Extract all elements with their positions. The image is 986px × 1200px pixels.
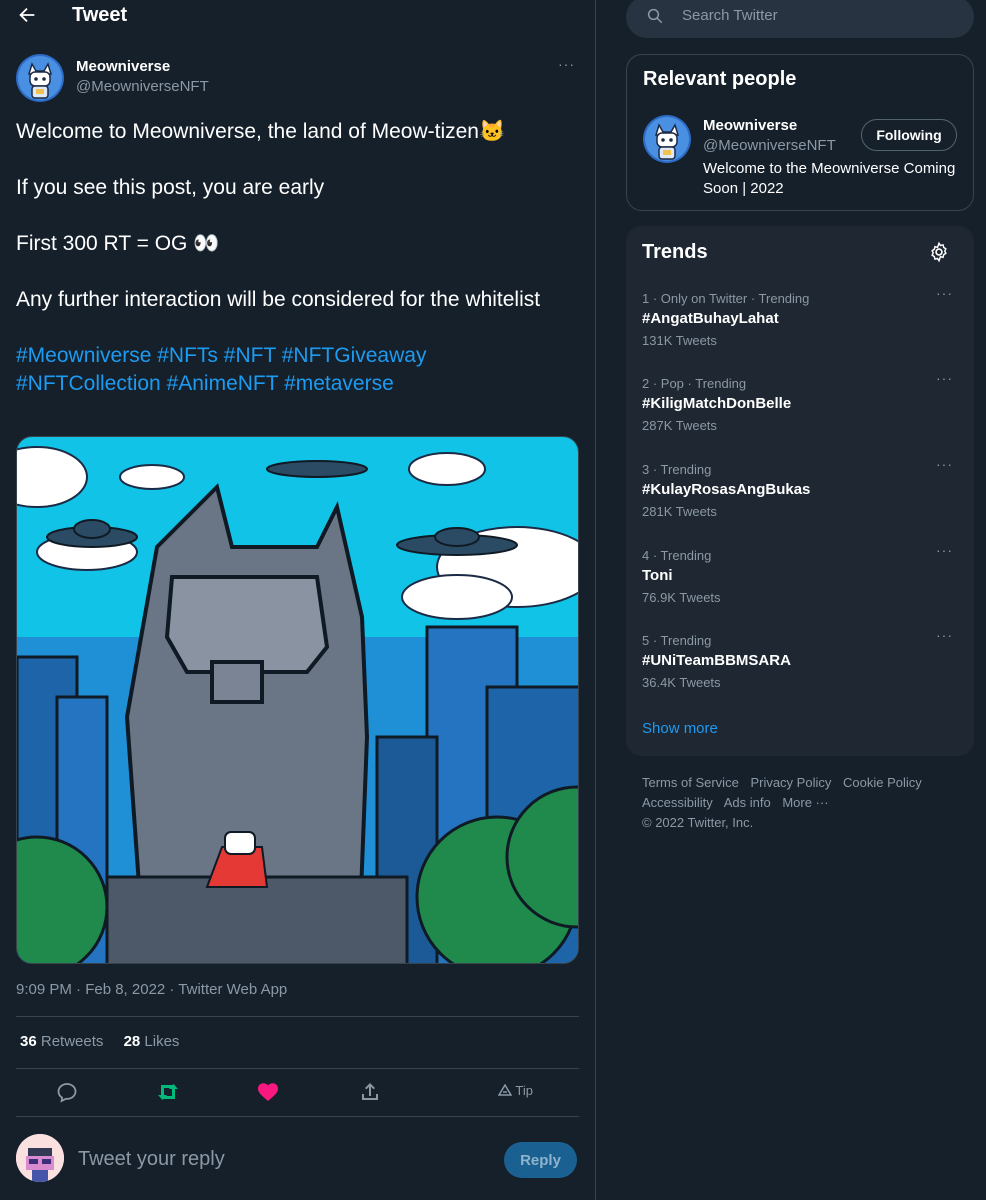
trend-meta: 4 · Trending [642, 548, 712, 563]
trend-name: Toni [642, 567, 673, 584]
trend-item[interactable]: 1 · Only on Twitter · Trending #AngatBuh… [626, 285, 974, 375]
hashtag-link[interactable]: #AnimeNFT [167, 372, 279, 395]
arrow-left-icon[interactable] [16, 4, 38, 26]
search-icon [647, 8, 663, 24]
tweet-text: Welcome to Meowniverse, the land of Meow… [16, 118, 576, 398]
reply-icon[interactable] [55, 1080, 79, 1104]
page-title: Tweet [72, 4, 128, 26]
author-handle[interactable]: @MeowniverseNFT [76, 78, 209, 95]
tweet-line: Any further interaction will be consider… [16, 288, 541, 311]
trend-more-icon[interactable]: ··· [936, 627, 953, 643]
footer-link[interactable]: Terms of Service [642, 775, 739, 790]
reply-input[interactable] [78, 1148, 458, 1171]
trend-item[interactable]: 5 · Trending #UNiTeamBBMSARA 36.4K Tweet… [626, 627, 974, 717]
copyright: © 2022 Twitter, Inc. [642, 815, 754, 830]
tweet-line: Welcome to Meowniverse, the land of Meow… [16, 120, 506, 143]
following-button[interactable]: Following [861, 119, 957, 151]
relevant-person-handle[interactable]: @MeowniverseNFT [703, 137, 836, 154]
trend-count: 36.4K Tweets [642, 675, 721, 690]
trends-title: Trends [642, 241, 708, 263]
relevant-people-card: Relevant people Meowniverse @Meowniverse… [626, 54, 974, 211]
trend-item[interactable]: 2 · Pop · Trending #KiligMatchDonBelle 2… [626, 370, 974, 460]
sidebar: Relevant people Meowniverse @Meowniverse… [596, 0, 986, 1200]
retweet-icon[interactable] [156, 1080, 180, 1104]
share-icon[interactable] [358, 1080, 382, 1104]
retweets-count: 36 [20, 1033, 37, 1050]
tip-icon [497, 1083, 513, 1096]
divider [16, 1116, 579, 1117]
trend-more-icon[interactable]: ··· [936, 542, 953, 558]
show-more-link[interactable]: Show more [642, 720, 718, 737]
footer-link[interactable]: Cookie Policy [843, 775, 922, 790]
trend-more-icon[interactable]: ··· [936, 285, 953, 301]
search-bar[interactable] [626, 0, 974, 38]
trend-meta: 3 · Trending [642, 462, 712, 477]
retweets-label: Retweets [36, 1033, 104, 1050]
footer-link[interactable]: Privacy Policy [750, 775, 831, 790]
hashtag-link[interactable]: #NFTs [157, 344, 218, 367]
trend-count: 131K Tweets [642, 333, 717, 348]
tip-label: Tip [515, 1083, 533, 1098]
author-name[interactable]: Meowniverse [76, 58, 170, 75]
like-icon[interactable] [256, 1080, 280, 1104]
trend-count: 76.9K Tweets [642, 590, 721, 605]
tweet-image[interactable] [16, 436, 579, 964]
more-options-icon[interactable]: ··· [558, 56, 582, 76]
relevant-person-avatar[interactable] [643, 115, 691, 163]
footer-link[interactable]: Accessibility [642, 795, 713, 810]
relevant-person-bio: Welcome to the Meowniverse Coming Soon |… [703, 160, 956, 197]
trend-meta: 1 · Only on Twitter · Trending [642, 291, 810, 306]
hashtag-link[interactable]: #NFTCollection [16, 372, 161, 395]
trend-meta: 2 · Pop · Trending [642, 376, 747, 391]
tweet-timestamp[interactable]: 9:09 PM · Feb 8, 2022 · Twitter Web App [16, 981, 287, 998]
trend-item[interactable]: 3 · Trending #KulayRosasAngBukas 281K Tw… [626, 456, 974, 546]
trend-count: 281K Tweets [642, 504, 717, 519]
hashtag-link[interactable]: #Meowniverse [16, 344, 151, 367]
footer-link[interactable]: Ads info [724, 795, 771, 810]
trend-count: 287K Tweets [642, 418, 717, 433]
divider [16, 1068, 579, 1069]
relevant-people-title: Relevant people [643, 68, 797, 90]
gear-icon[interactable] [928, 241, 950, 263]
trend-name: #KulayRosasAngBukas [642, 481, 811, 498]
divider [16, 1016, 579, 1017]
trends-card: Trends 1 · Only on Twitter · Trending #A… [626, 226, 974, 756]
retweets-stat[interactable]: 36 Retweets [20, 1033, 103, 1050]
hashtag-link[interactable]: #NFTGiveaway [282, 344, 427, 367]
likes-stat[interactable]: 28 Likes [124, 1033, 180, 1050]
hashtag-link[interactable]: #metaverse [284, 372, 394, 395]
trend-item[interactable]: 4 · Trending Toni 76.9K Tweets ··· [626, 542, 974, 632]
trend-more-icon[interactable]: ··· [936, 370, 953, 386]
author-avatar[interactable] [16, 54, 64, 102]
reply-button[interactable]: Reply [504, 1142, 577, 1178]
hashtag-link[interactable]: #NFT [224, 344, 276, 367]
tweet-stats: 36 Retweets 28 Likes [20, 1033, 195, 1050]
tweet-line: If you see this post, you are early [16, 176, 325, 199]
trend-meta: 5 · Trending [642, 633, 712, 648]
likes-count: 28 [123, 1033, 141, 1050]
footer-link[interactable]: More ··· [782, 795, 828, 810]
trend-name: #AngatBuhayLahat [642, 310, 779, 327]
user-avatar[interactable] [16, 1134, 64, 1182]
relevant-person-name[interactable]: Meowniverse [703, 117, 797, 134]
trend-name: #KiligMatchDonBelle [642, 395, 792, 412]
trend-name: #UNiTeamBBMSARA [642, 652, 791, 669]
hashtags: #Meowniverse #NFTs #NFT #NFTGiveaway #NF… [16, 342, 576, 398]
footer-links: Terms of Service Privacy Policy Cookie P… [642, 773, 962, 833]
tweet-line: First 300 RT = OG 👀 [16, 232, 220, 255]
search-input[interactable] [682, 7, 952, 24]
main-column: Tweet Meowniverse @MeowniverseNFT ··· We… [0, 0, 596, 1200]
tip-button[interactable]: Tip [497, 1083, 533, 1098]
likes-label: Likes [140, 1033, 180, 1050]
top-bar: Tweet [0, 0, 595, 34]
trend-more-icon[interactable]: ··· [936, 456, 953, 472]
